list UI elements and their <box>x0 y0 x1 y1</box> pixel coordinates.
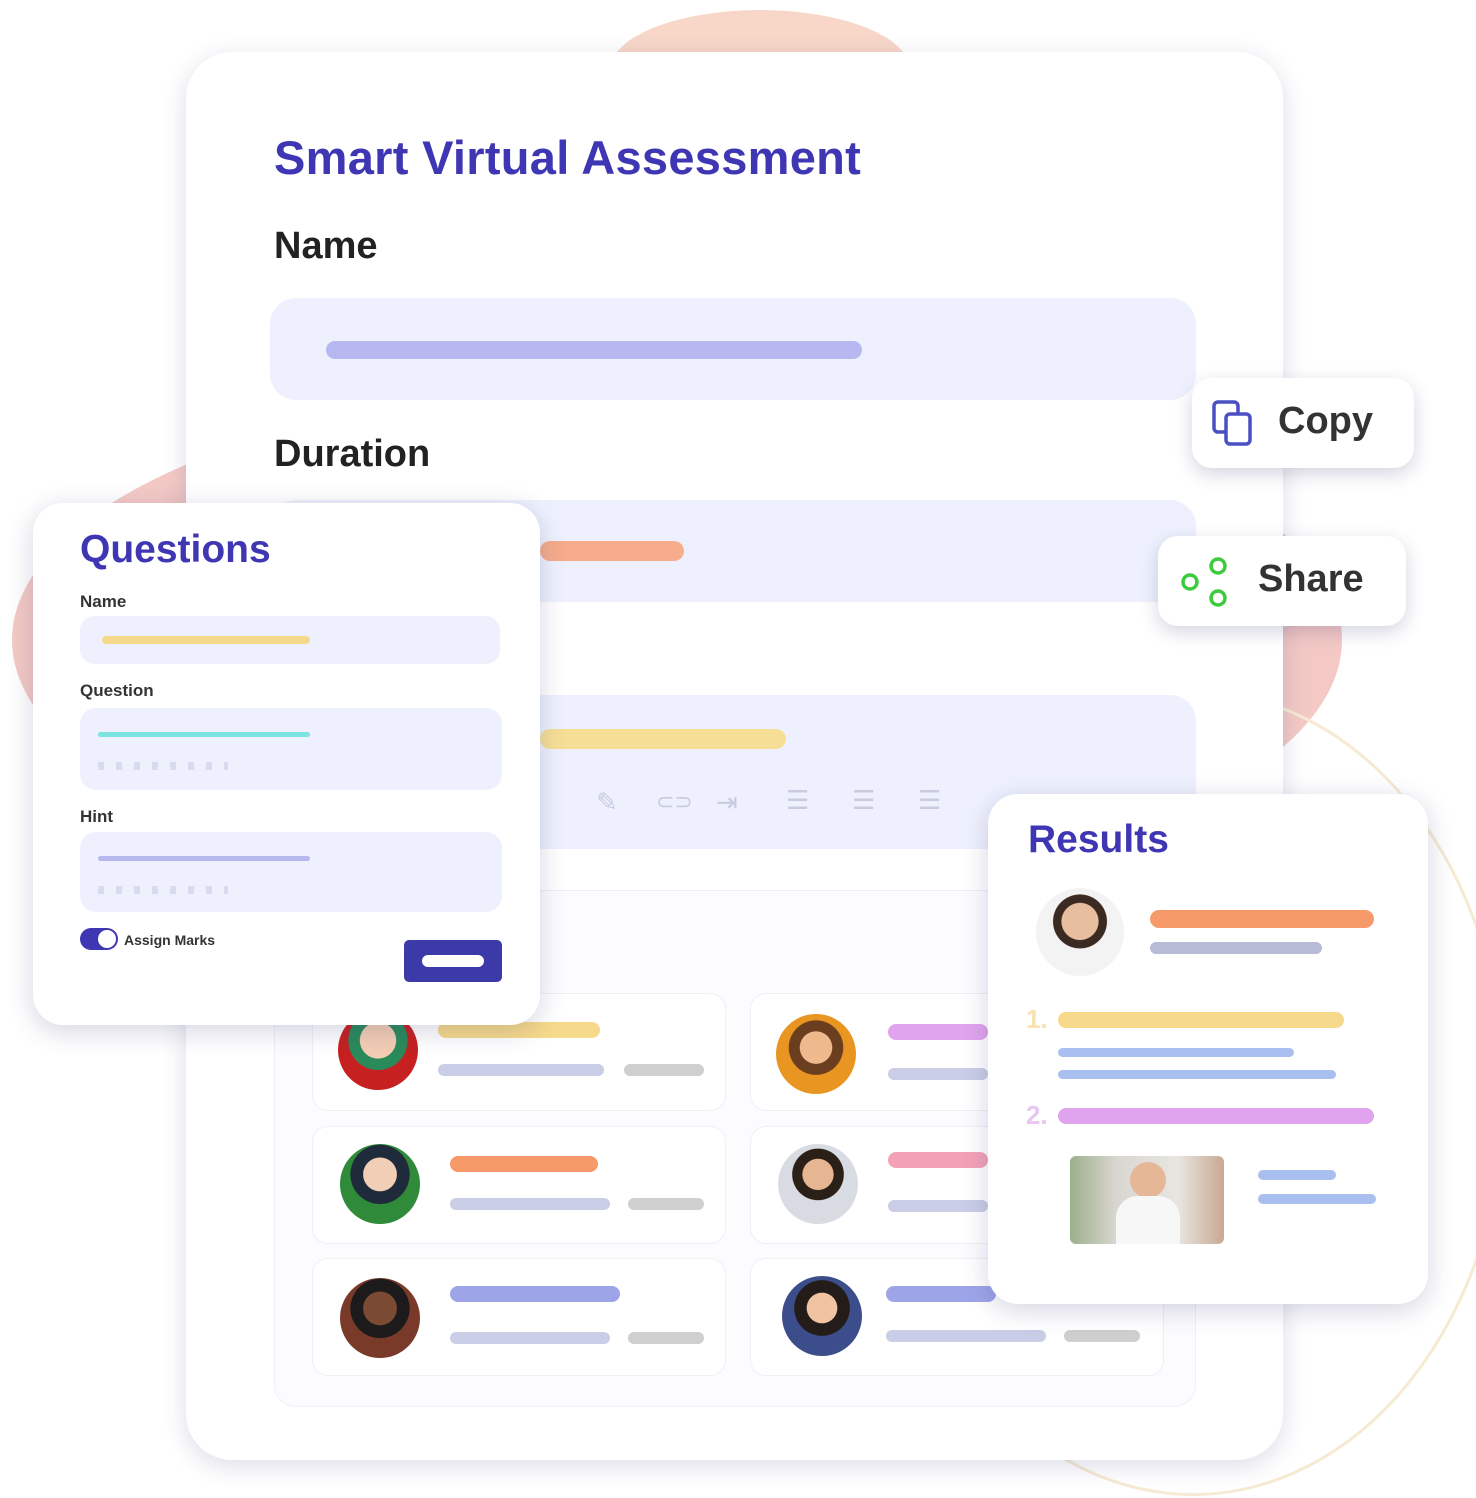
save-question-button-bar <box>422 955 484 967</box>
results-title: Results <box>1028 818 1169 861</box>
participant-score-bar <box>624 1064 704 1076</box>
align-center-icon[interactable]: ☰ <box>852 785 875 816</box>
question-input[interactable] <box>80 708 502 790</box>
hint-placeholder-bar <box>98 856 310 861</box>
result-item-bar <box>1058 1012 1344 1028</box>
name-placeholder-bar <box>326 341 862 359</box>
participant-detail-bar <box>886 1330 1046 1342</box>
participant-name-bar <box>888 1024 988 1040</box>
participant-name-bar <box>450 1286 620 1302</box>
hint-toolbar <box>98 886 228 894</box>
share-label: Share <box>1258 558 1364 600</box>
page-title: Smart Virtual Assessment <box>274 131 862 184</box>
name-label: Name <box>274 225 378 267</box>
assign-marks-toggle[interactable] <box>80 928 118 950</box>
participant-score-bar <box>628 1198 704 1210</box>
name-input[interactable] <box>270 298 1196 400</box>
question-name-label: Name <box>80 592 127 611</box>
result-item-bar <box>1058 1108 1374 1124</box>
question-placeholder-bar <box>98 732 310 737</box>
result-user-name-bar <box>1150 910 1374 928</box>
copy-button[interactable]: Copy <box>1192 378 1414 468</box>
save-question-button[interactable] <box>404 940 502 982</box>
align-justify-icon[interactable]: ☰ <box>918 785 941 816</box>
participant-detail-bar <box>450 1198 610 1210</box>
participant-avatar <box>776 1014 856 1094</box>
duration-placeholder-bar <box>540 541 684 561</box>
duration-label: Duration <box>274 433 431 475</box>
question-name-input[interactable] <box>80 616 500 664</box>
pen-icon[interactable]: ✎ <box>596 787 618 818</box>
participant-detail-bar <box>450 1332 610 1344</box>
video-person-body <box>1116 1196 1180 1244</box>
questions-title: Questions <box>80 528 271 571</box>
hint-input[interactable] <box>80 832 502 912</box>
participant-score-bar <box>1064 1330 1140 1342</box>
participant-avatar <box>340 1278 420 1358</box>
participant-score-bar <box>628 1332 704 1344</box>
result-item-number: 1. <box>1026 1004 1048 1034</box>
result-video-thumbnail[interactable] <box>1070 1156 1224 1244</box>
participant-detail-bar <box>888 1068 988 1080</box>
video-person-head <box>1130 1162 1166 1198</box>
video-detail-bar <box>1258 1194 1376 1204</box>
question-name-placeholder-bar <box>102 636 310 644</box>
indent-icon[interactable]: ⇥ <box>716 787 738 818</box>
result-item-number: 2. <box>1026 1100 1048 1130</box>
toggle-knob <box>98 930 116 948</box>
description-placeholder-bar <box>540 729 786 749</box>
result-user-avatar <box>1036 888 1124 976</box>
participant-name-bar <box>886 1286 996 1302</box>
participant-detail-bar <box>888 1200 988 1212</box>
copy-icon <box>1212 400 1252 446</box>
video-detail-bar <box>1258 1170 1336 1180</box>
participant-name-bar <box>450 1156 598 1172</box>
participant-name-bar <box>888 1152 988 1168</box>
link-icon[interactable]: ⊂⊃ <box>656 789 693 815</box>
participant-avatar <box>782 1276 862 1356</box>
participant-avatar <box>340 1144 420 1224</box>
participant-detail-bar <box>438 1064 604 1076</box>
participant-avatar <box>778 1144 858 1224</box>
align-left-icon[interactable]: ☰ <box>786 785 809 816</box>
share-icon <box>1181 557 1227 607</box>
assign-marks-label: Assign Marks <box>124 932 216 948</box>
hint-label: Hint <box>80 807 114 826</box>
copy-label: Copy <box>1278 400 1373 442</box>
result-item-detail-bar <box>1058 1070 1336 1079</box>
result-user-detail-bar <box>1150 942 1322 954</box>
question-toolbar <box>98 762 228 770</box>
question-label: Question <box>80 681 154 700</box>
result-item-detail-bar <box>1058 1048 1294 1057</box>
share-button[interactable]: Share <box>1158 536 1406 626</box>
